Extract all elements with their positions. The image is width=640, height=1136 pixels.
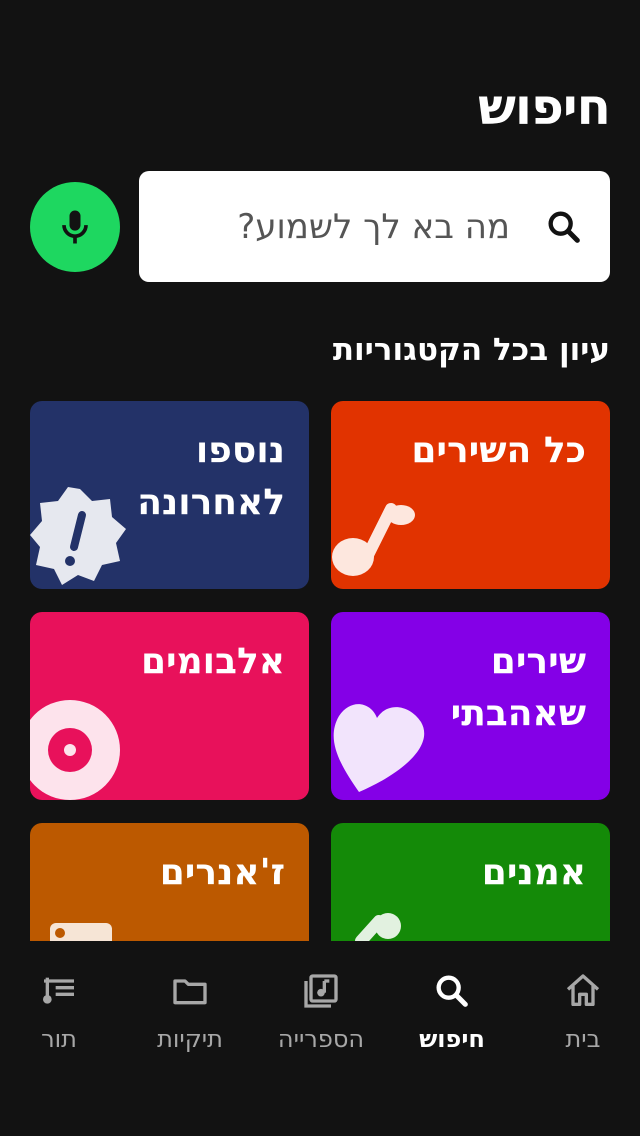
category-card-recently-added[interactable]: נוספו לאחרונה [30,401,309,589]
category-card-artists[interactable]: אמנים [331,823,610,941]
nav-item-queue[interactable]: תור [0,971,124,1053]
bottom-navigation: בית חיפוש הספרייה תיקיות תור [0,941,640,1136]
category-card-genres[interactable]: ז'אנרים [30,823,309,941]
page-title: חיפוש [477,78,611,136]
folder-icon [173,979,207,1005]
category-grid: כל השירים נוספו לאחרונה שירים שאהבתי אלב… [30,401,610,941]
nav-item-home[interactable]: בית [518,971,640,1053]
search-icon [436,975,468,1007]
search-input[interactable]: מה בא לך לשמוע? [139,171,610,282]
heart-icon [333,704,425,792]
category-label: ז'אנרים [159,852,285,893]
nav-label: תור [41,1025,77,1053]
nav-item-library[interactable]: הספרייה [256,971,386,1053]
nav-item-search[interactable]: חיפוש [387,971,517,1053]
category-label: אלבומים [140,641,285,682]
section-title: עיון בכל הקטגוריות [332,332,610,368]
home-icon [566,974,600,1006]
nav-label: חיפוש [419,1025,485,1053]
library-icon [304,974,338,1008]
category-label: כל השירים [411,430,586,471]
music-note-icon [332,503,415,576]
queue-icon [43,977,74,1004]
nav-label: בית [565,1025,601,1053]
microphone-icon [62,210,88,244]
nav-item-folders[interactable]: תיקיות [125,971,255,1053]
artist-icon [355,913,401,941]
category-label: אמנים [481,852,586,893]
disc-icon [30,700,120,800]
category-card-liked-songs[interactable]: שירים שאהבתי [331,612,610,800]
nav-label: הספרייה [277,1025,365,1053]
voice-search-button[interactable] [30,182,120,272]
genre-icon [50,923,112,941]
new-badge-icon [30,487,126,585]
search-icon [548,211,580,243]
category-card-all-songs[interactable]: כל השירים [331,401,610,589]
search-placeholder: מה בא לך לשמוע? [237,206,510,247]
category-card-albums[interactable]: אלבומים [30,612,309,800]
nav-label: תיקיות [157,1025,223,1053]
